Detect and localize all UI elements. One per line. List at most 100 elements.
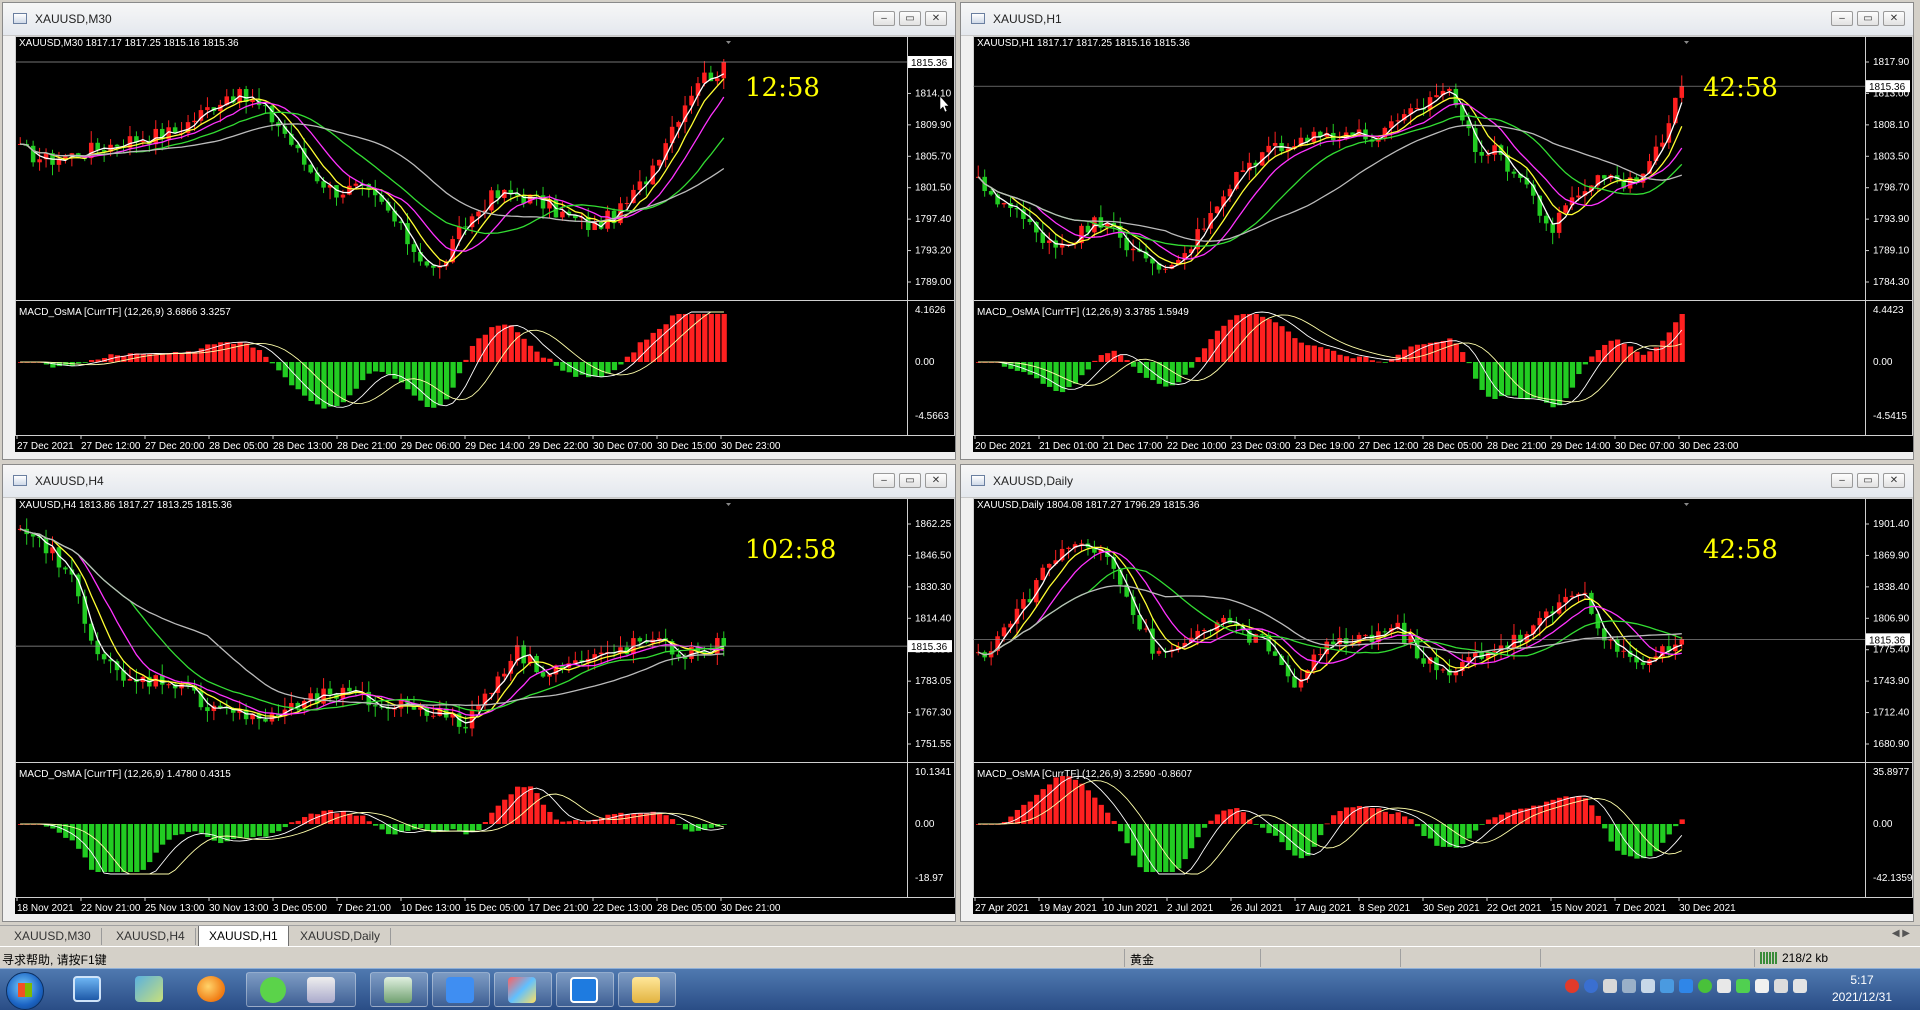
maximize-icon[interactable]: ▭: [1857, 11, 1879, 26]
window-titlebar[interactable]: XAUUSD,H4 – ▭ ✕: [3, 465, 955, 498]
macd-bar: [1227, 809, 1233, 824]
time-tick-label: 15 Nov 2021: [1551, 903, 1608, 914]
macd-bar: [1363, 356, 1369, 362]
volume-icon[interactable]: [1774, 979, 1788, 993]
taskbar-control-panel[interactable]: [122, 972, 176, 1007]
taskbar-security[interactable]: [556, 972, 614, 1007]
time-tick-label: 27 Dec 2021: [17, 441, 74, 452]
usb-icon[interactable]: [1641, 979, 1655, 993]
status-separator: [1400, 949, 1401, 967]
speaker-icon[interactable]: [1717, 979, 1731, 993]
palette-icon: [508, 977, 536, 1003]
candle-body: [676, 654, 681, 657]
macd-bar: [1253, 314, 1259, 362]
tab-xauusd-h1[interactable]: XAUUSD,H1: [198, 926, 289, 947]
maximize-icon[interactable]: ▭: [899, 11, 921, 26]
minimize-icon[interactable]: –: [873, 473, 895, 488]
macd-bar: [566, 821, 572, 824]
macd-bar: [708, 824, 714, 828]
candle-body: [1214, 206, 1220, 214]
taskbar-paint[interactable]: [494, 972, 552, 1007]
minimize-icon[interactable]: –: [1831, 11, 1853, 26]
candle-body: [540, 672, 546, 677]
taskbar-wechat[interactable]: [246, 972, 356, 1007]
display-icon[interactable]: [1660, 979, 1674, 993]
maximize-icon[interactable]: ▭: [1857, 473, 1879, 488]
macd-bar: [1053, 362, 1059, 391]
macd-bar: [456, 362, 463, 374]
tab-scroll-arrows-icon[interactable]: ◀ ▶: [1892, 928, 1910, 939]
candle-body: [1492, 651, 1497, 653]
settings-icon[interactable]: [1603, 979, 1617, 993]
macd-bar: [521, 787, 527, 824]
taskbar-clock[interactable]: 5:17 2021/12/31: [1812, 972, 1912, 1006]
close-icon[interactable]: ✕: [925, 11, 947, 26]
chart-window[interactable]: XAUUSD,M30 – ▭ ✕ XAUUSD,M30 1817.17 1817.25 …: [2, 2, 956, 460]
close-icon[interactable]: ✕: [1883, 11, 1905, 26]
network-icon[interactable]: [1793, 979, 1807, 993]
macd-bar: [547, 811, 553, 824]
minimize-icon[interactable]: –: [873, 11, 895, 26]
time-axis-strip: 18 Nov 2021 22 Nov 21:00 25 Nov 13:00 30 No…: [15, 898, 955, 914]
candle-body: [598, 652, 604, 655]
status-separator: [1540, 949, 1541, 967]
taskbar-trading-terminal[interactable]: [370, 972, 428, 1007]
chart-area[interactable]: XAUUSD,M30 1817.17 1817.25 1815.16 1815.…: [15, 36, 955, 436]
muted-icon[interactable]: [1755, 979, 1769, 993]
macd-bar: [1189, 824, 1195, 849]
taskbar-explorer[interactable]: [618, 972, 676, 1007]
wechat-tray-icon[interactable]: [1698, 979, 1712, 993]
chart-window[interactable]: XAUUSD,H1 – ▭ ✕ XAUUSD,H1 1817.17 1817.25 18…: [960, 2, 1914, 460]
candle-body: [1492, 145, 1497, 155]
taskbar-feishu[interactable]: [432, 972, 490, 1007]
time-tick-label: 23 Dec 03:00: [1231, 441, 1291, 452]
macd-bar: [1673, 824, 1679, 827]
taskbar-desktop[interactable]: [60, 972, 114, 1007]
ma-green-line: [19, 528, 724, 712]
power-icon[interactable]: [1622, 979, 1636, 993]
sogou-icon[interactable]: [1565, 979, 1579, 993]
window-titlebar[interactable]: XAUUSD,H1 – ▭ ✕: [961, 3, 1913, 36]
macd-bar: [1576, 362, 1582, 375]
tab-xauusd-daily[interactable]: XAUUSD,Daily: [290, 928, 392, 945]
chart-area[interactable]: XAUUSD,Daily 1804.08 1817.27 1796.29 181…: [973, 498, 1913, 898]
chart-svg: XAUUSD,Daily 1804.08 1817.27 1796.29 181…: [973, 498, 1913, 898]
chart-window[interactable]: XAUUSD,H4 – ▭ ✕ XAUUSD,H4 1813.86 1817.27 18…: [2, 464, 956, 922]
candle-body: [1066, 547, 1071, 549]
start-button[interactable]: [6, 972, 44, 1010]
window-titlebar[interactable]: XAUUSD,M30 – ▭ ✕: [3, 3, 955, 36]
help-icon[interactable]: [1584, 979, 1598, 993]
chart-window[interactable]: XAUUSD,Daily – ▭ ✕ XAUUSD,Daily 1804.08 1817…: [960, 464, 1914, 922]
macd-bar: [579, 821, 585, 824]
chart-area[interactable]: XAUUSD,H1 1817.17 1817.25 1815.16 1815.3…: [973, 36, 1913, 436]
candle-body: [1479, 152, 1484, 156]
minimize-icon[interactable]: –: [1831, 473, 1853, 488]
macd-tick-label: 4.4423: [1873, 305, 1904, 316]
app-tray-icon[interactable]: [1736, 979, 1750, 993]
macd-bar: [76, 824, 82, 849]
tab-xauusd-m30[interactable]: XAUUSD,M30: [4, 928, 102, 945]
macd-bar: [1195, 824, 1201, 838]
candle-body: [560, 211, 565, 218]
price-tick-label: 1814.10: [915, 88, 952, 99]
ma-yellow-line: [20, 78, 725, 264]
chart-area[interactable]: XAUUSD,H4 1813.86 1817.27 1813.25 1815.3…: [15, 498, 955, 898]
window-titlebar[interactable]: XAUUSD,Daily – ▭ ✕: [961, 465, 1913, 498]
time-tick-label: 30 Nov 13:00: [209, 903, 269, 914]
taskbar-browser[interactable]: [184, 972, 238, 1007]
macd-bar: [1563, 362, 1569, 399]
security-tray-icon[interactable]: [1679, 979, 1693, 993]
close-icon[interactable]: ✕: [1883, 473, 1905, 488]
macd-bar: [385, 362, 392, 375]
tab-xauusd-h4[interactable]: XAUUSD,H4: [106, 928, 196, 945]
macd-bar: [560, 821, 566, 824]
candle-body: [715, 78, 720, 82]
macd-bar: [250, 824, 256, 838]
macd-bar: [373, 362, 379, 372]
maximize-icon[interactable]: ▭: [899, 473, 921, 488]
price-tick-label: 1817.90: [1873, 57, 1910, 68]
close-icon[interactable]: ✕: [925, 473, 947, 488]
chart-svg: XAUUSD,H1 1817.17 1817.25 1815.16 1815.3…: [973, 36, 1913, 436]
macd-bar: [689, 314, 695, 362]
candle-body: [127, 678, 133, 681]
